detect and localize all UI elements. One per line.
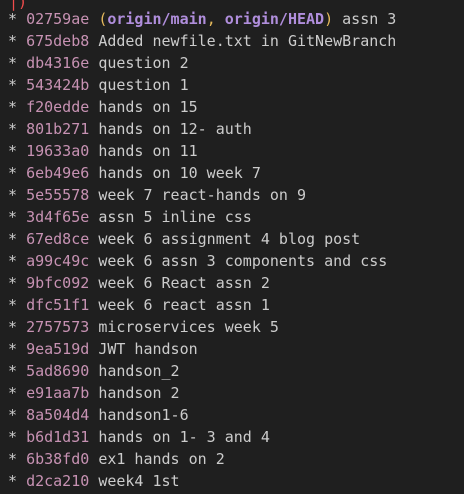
graph-star: * — [8, 384, 18, 402]
log-line: * b6d1d31 hands on 1- 3 and 4 — [8, 426, 396, 448]
commit-hash: 801b271 — [26, 120, 90, 138]
commit-message: question 2 — [98, 54, 189, 72]
graph-star: * — [8, 252, 18, 270]
graph-star: * — [8, 142, 18, 160]
commit-hash: 6eb49e6 — [26, 164, 90, 182]
log-line: * 9ea519d JWT handson — [8, 338, 396, 360]
commit-message: hands on 12- auth — [98, 120, 252, 138]
commit-hash: b6d1d31 — [26, 428, 90, 446]
commit-message: week 6 assignment 4 blog post — [98, 230, 361, 248]
graph-star: * — [8, 54, 18, 72]
refs-close: ) — [324, 10, 334, 28]
log-line: * 6b38fd0 ex1 hands on 2 — [8, 448, 396, 470]
graph-star: * — [8, 428, 18, 446]
graph-star: * — [8, 362, 18, 380]
log-line: * e91aa7b handson 2 — [8, 382, 396, 404]
graph-star: * — [8, 10, 18, 28]
commit-hash: 02759ae — [26, 10, 90, 28]
commit-hash: 67ed8ce — [26, 230, 90, 248]
commit-hash: 675deb8 — [26, 32, 90, 50]
log-line: * 6eb49e6 hands on 10 week 7 — [8, 162, 396, 184]
log-line: * 19633a0 hands on 11 — [8, 140, 396, 162]
log-line: * 02759ae (origin/main, origin/HEAD) ass… — [8, 8, 396, 30]
commit-message: week 6 assn 3 components and css — [98, 252, 388, 270]
commit-hash: 9ea519d — [26, 340, 90, 358]
commit-message: week 6 React assn 2 — [98, 274, 270, 292]
commit-hash: 9bfc092 — [26, 274, 90, 292]
commit-message: hands on 11 — [98, 142, 198, 160]
commit-hash: db4316e — [26, 54, 90, 72]
commit-message: week 6 react assn 1 — [98, 296, 270, 314]
commit-message: hands on 10 week 7 — [98, 164, 261, 182]
graph-star: * — [8, 186, 18, 204]
commit-hash: 5ad8690 — [26, 362, 90, 380]
commit-hash: d2ca210 — [26, 472, 90, 490]
log-line: * 8a504d4 handson1-6 — [8, 404, 396, 426]
refs-open: ( — [98, 10, 108, 28]
commit-message: Added newfile.txt in GitNewBranch — [98, 32, 397, 50]
git-log-list: * 02759ae (origin/main, origin/HEAD) ass… — [8, 8, 396, 492]
commit-hash: 2757573 — [26, 318, 90, 336]
commit-hash: e91aa7b — [26, 384, 90, 402]
commit-hash: dfc51f1 — [26, 296, 90, 314]
log-line: * d2ca210 week4 1st — [8, 470, 396, 492]
log-line: * 543424b question 1 — [8, 74, 396, 96]
commit-message: week 7 react-hands on 9 — [98, 186, 307, 204]
commit-message: hands on 1- 3 and 4 — [98, 428, 270, 446]
commit-message: JWT handson — [98, 340, 198, 358]
log-line: * db4316e question 2 — [8, 52, 396, 74]
log-line: * 3d4f65e assn 5 inline css — [8, 206, 396, 228]
log-line: * 2757573 microservices week 5 — [8, 316, 396, 338]
commit-message: hands on 15 — [98, 98, 198, 116]
commit-message: question 1 — [98, 76, 189, 94]
graph-star: * — [8, 98, 18, 116]
commit-hash: a99c49c — [26, 252, 90, 270]
log-line: * 5e55578 week 7 react-hands on 9 — [8, 184, 396, 206]
log-line: * a99c49c week 6 assn 3 components and c… — [8, 250, 396, 272]
graph-star: * — [8, 296, 18, 314]
log-line: * 5ad8690 handson_2 — [8, 360, 396, 382]
log-line: * 801b271 hands on 12- auth — [8, 118, 396, 140]
commit-hash: 19633a0 — [26, 142, 90, 160]
graph-star: * — [8, 208, 18, 226]
commit-hash: 5e55578 — [26, 186, 90, 204]
graph-star: * — [8, 340, 18, 358]
graph-star: * — [8, 76, 18, 94]
commit-message: week4 1st — [98, 472, 180, 490]
log-line: * 675deb8 Added newfile.txt in GitNewBra… — [8, 30, 396, 52]
commit-hash: 543424b — [26, 76, 90, 94]
ref-origin-main: origin/main — [107, 10, 207, 28]
commit-message: assn 5 inline css — [98, 208, 252, 226]
commit-message: handson_2 — [98, 362, 180, 380]
graph-star: * — [8, 32, 18, 50]
commit-message: ex1 hands on 2 — [98, 450, 225, 468]
commit-hash: 8a504d4 — [26, 406, 90, 424]
log-line: * 67ed8ce week 6 assignment 4 blog post — [8, 228, 396, 250]
commit-message: microservices week 5 — [98, 318, 279, 336]
refs-separator: , — [206, 10, 225, 28]
log-line: * f20edde hands on 15 — [8, 96, 396, 118]
graph-star: * — [8, 230, 18, 248]
graph-star: * — [8, 164, 18, 182]
graph-star: * — [8, 472, 18, 490]
graph-star: * — [8, 318, 18, 336]
log-line: * 9bfc092 week 6 React assn 2 — [8, 272, 396, 294]
commit-message: handson1-6 — [98, 406, 189, 424]
commit-message: handson 2 — [98, 384, 180, 402]
graph-star: * — [8, 406, 18, 424]
commit-hash: 6b38fd0 — [26, 450, 90, 468]
graph-star: * — [8, 274, 18, 292]
graph-star: * — [8, 450, 18, 468]
commit-message: assn 3 — [342, 10, 397, 28]
commit-hash: f20edde — [26, 98, 90, 116]
graph-star: * — [8, 120, 18, 138]
terminal-panel[interactable]: |) * 02759ae (origin/main, origin/HEAD) … — [0, 0, 464, 494]
ref-origin-head: origin/HEAD — [224, 10, 325, 28]
commit-hash: 3d4f65e — [26, 208, 90, 226]
log-line: * dfc51f1 week 6 react assn 1 — [8, 294, 396, 316]
